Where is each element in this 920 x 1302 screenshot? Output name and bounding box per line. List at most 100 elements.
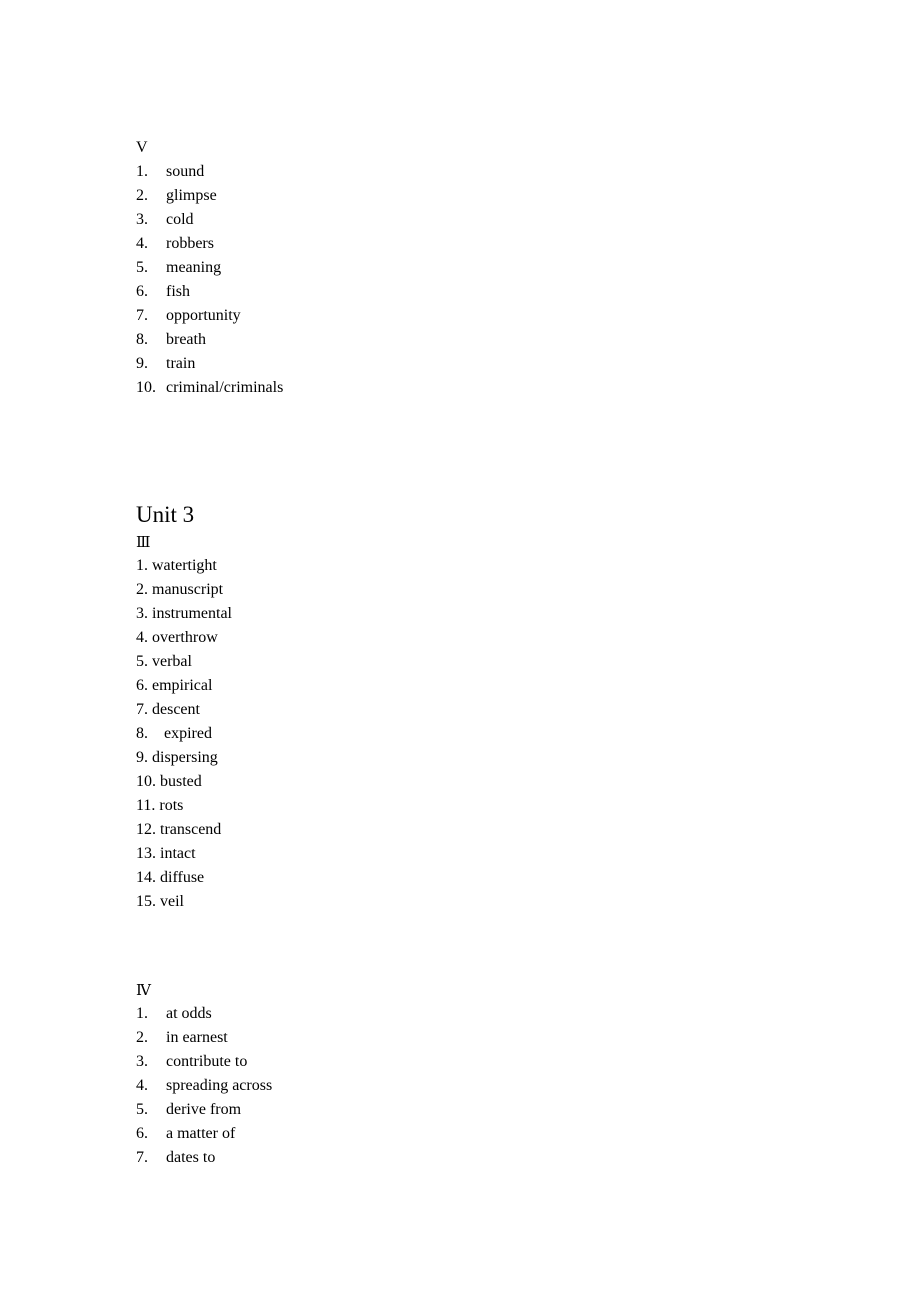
list-item-text: manuscript [148, 581, 224, 598]
list-item-text: rots [155, 797, 184, 814]
list-item-number: 3. [136, 1053, 148, 1070]
list-item: 15. veil [136, 890, 836, 914]
list-item-text: spreading across [166, 1077, 273, 1094]
list-item-number: 8. [136, 725, 148, 742]
list-item: 7. opportunity [136, 304, 836, 328]
list-item-number: 6. [136, 1125, 148, 1142]
list-item: 2. glimpse [136, 184, 836, 208]
list-item: 14. diffuse [136, 866, 836, 890]
list-item: 4. overthrow [136, 626, 836, 650]
list-item: 10. criminal/criminals [136, 376, 836, 400]
list-item: 1. watertight [136, 554, 836, 578]
list-item-number: 5. [136, 1101, 148, 1118]
list-item: 5. verbal [136, 650, 836, 674]
list-item-number: 9. [136, 355, 148, 372]
list-item: 1. at odds [136, 1002, 836, 1026]
list-item-number: 4. [136, 235, 148, 252]
list-item-text: intact [156, 845, 196, 862]
answer-list-section-iii: 1. watertight 2. manuscript 3. instrumenta… [136, 554, 836, 914]
list-item: 3. cold [136, 208, 836, 232]
list-item-text: breath [166, 331, 206, 348]
list-item-text: veil [156, 893, 184, 910]
list-item-number: 10. [136, 379, 156, 396]
list-item: 6. fish [136, 280, 836, 304]
list-item-text: contribute to [166, 1053, 248, 1070]
list-item-text: meaning [166, 259, 222, 276]
list-item-text: dispersing [148, 749, 218, 766]
list-item-text: glimpse [166, 187, 217, 204]
list-item: 7. dates to [136, 1146, 836, 1170]
list-item: 5. derive from [136, 1098, 836, 1122]
list-item: 4. spreading across [136, 1074, 836, 1098]
list-item-number: 1. [136, 163, 148, 180]
list-item-text: at odds [166, 1005, 212, 1022]
list-item-text: descent [148, 701, 200, 718]
list-item-text: diffuse [156, 869, 205, 886]
list-item: 3. contribute to [136, 1050, 836, 1074]
document-page: V 1. sound 2. glimpse 3. cold 4. robbers 5. meani… [0, 0, 920, 1302]
list-item-number: 2. [136, 187, 148, 204]
unit-heading: Unit 3 [136, 502, 195, 527]
section-marker-v: V [136, 139, 148, 156]
list-item: 4. robbers [136, 232, 836, 256]
list-item-text: fish [166, 283, 190, 300]
list-item-number: 8. [136, 331, 148, 348]
list-item: 6. empirical [136, 674, 836, 698]
list-item: 12. transcend [136, 818, 836, 842]
section-marker-iv: Ⅳ [136, 981, 151, 999]
list-item-text: expired [148, 725, 212, 742]
list-item-number: 3. [136, 605, 148, 622]
list-item-text: dates to [166, 1149, 216, 1166]
list-item: 10. busted [136, 770, 836, 794]
list-item: 8. expired [136, 722, 836, 746]
list-item-text: opportunity [166, 307, 241, 324]
spacer-before-unit-heading [136, 400, 836, 500]
list-item-number: 4. [136, 629, 148, 646]
list-item: 2. in earnest [136, 1026, 836, 1050]
list-item-text: cold [166, 211, 194, 228]
list-item: 1. sound [136, 160, 836, 184]
list-item: 5. meaning [136, 256, 836, 280]
list-item-text: busted [156, 773, 202, 790]
list-item-text: criminal/criminals [166, 379, 284, 396]
list-item-number: 10. [136, 773, 156, 790]
list-item-text: instrumental [148, 605, 232, 622]
list-item-text: verbal [148, 653, 192, 670]
list-item: 13. intact [136, 842, 836, 866]
list-item: 6. a matter of [136, 1122, 836, 1146]
list-item-number: 6. [136, 677, 148, 694]
list-item-number: 1. [136, 1005, 148, 1022]
list-item-number: 3. [136, 211, 148, 228]
list-item-text: derive from [166, 1101, 242, 1118]
list-item-number: 13. [136, 845, 156, 862]
list-item-number: 11. [136, 797, 156, 814]
answer-list-section-v: 1. sound 2. glimpse 3. cold 4. robbers 5. meaning… [136, 160, 836, 400]
list-item-text: sound [166, 163, 205, 180]
list-item-number: 2. [136, 1029, 148, 1046]
list-item-number: 14. [136, 869, 156, 886]
list-item-text: transcend [156, 821, 222, 838]
list-item-text: robbers [166, 235, 214, 252]
list-item-number: 6. [136, 283, 148, 300]
list-item-text: a matter of [166, 1125, 236, 1142]
list-item-text: overthrow [148, 629, 218, 646]
list-item-number: 4. [136, 1077, 148, 1094]
list-item: 2. manuscript [136, 578, 836, 602]
answer-list-section-iv: 1. at odds 2. in earnest 3. contribute to 4. sp… [136, 1002, 836, 1170]
list-item-number: 7. [136, 1149, 148, 1166]
document-content: V 1. sound 2. glimpse 3. cold 4. robbers 5. meani… [136, 136, 836, 1170]
list-item: 3. instrumental [136, 602, 836, 626]
list-item-number: 7. [136, 307, 148, 324]
list-item-number: 15. [136, 893, 156, 910]
list-item-text: in earnest [166, 1029, 228, 1046]
list-item: 7. descent [136, 698, 836, 722]
list-item-text: watertight [148, 557, 217, 574]
list-item-number: 2. [136, 581, 148, 598]
list-item: 8. breath [136, 328, 836, 352]
list-item: 9. train [136, 352, 836, 376]
list-item-number: 1. [136, 557, 148, 574]
list-item-number: 5. [136, 653, 148, 670]
list-item-number: 9. [136, 749, 148, 766]
list-item-number: 7. [136, 701, 148, 718]
spacer-before-section-iv [136, 914, 836, 978]
